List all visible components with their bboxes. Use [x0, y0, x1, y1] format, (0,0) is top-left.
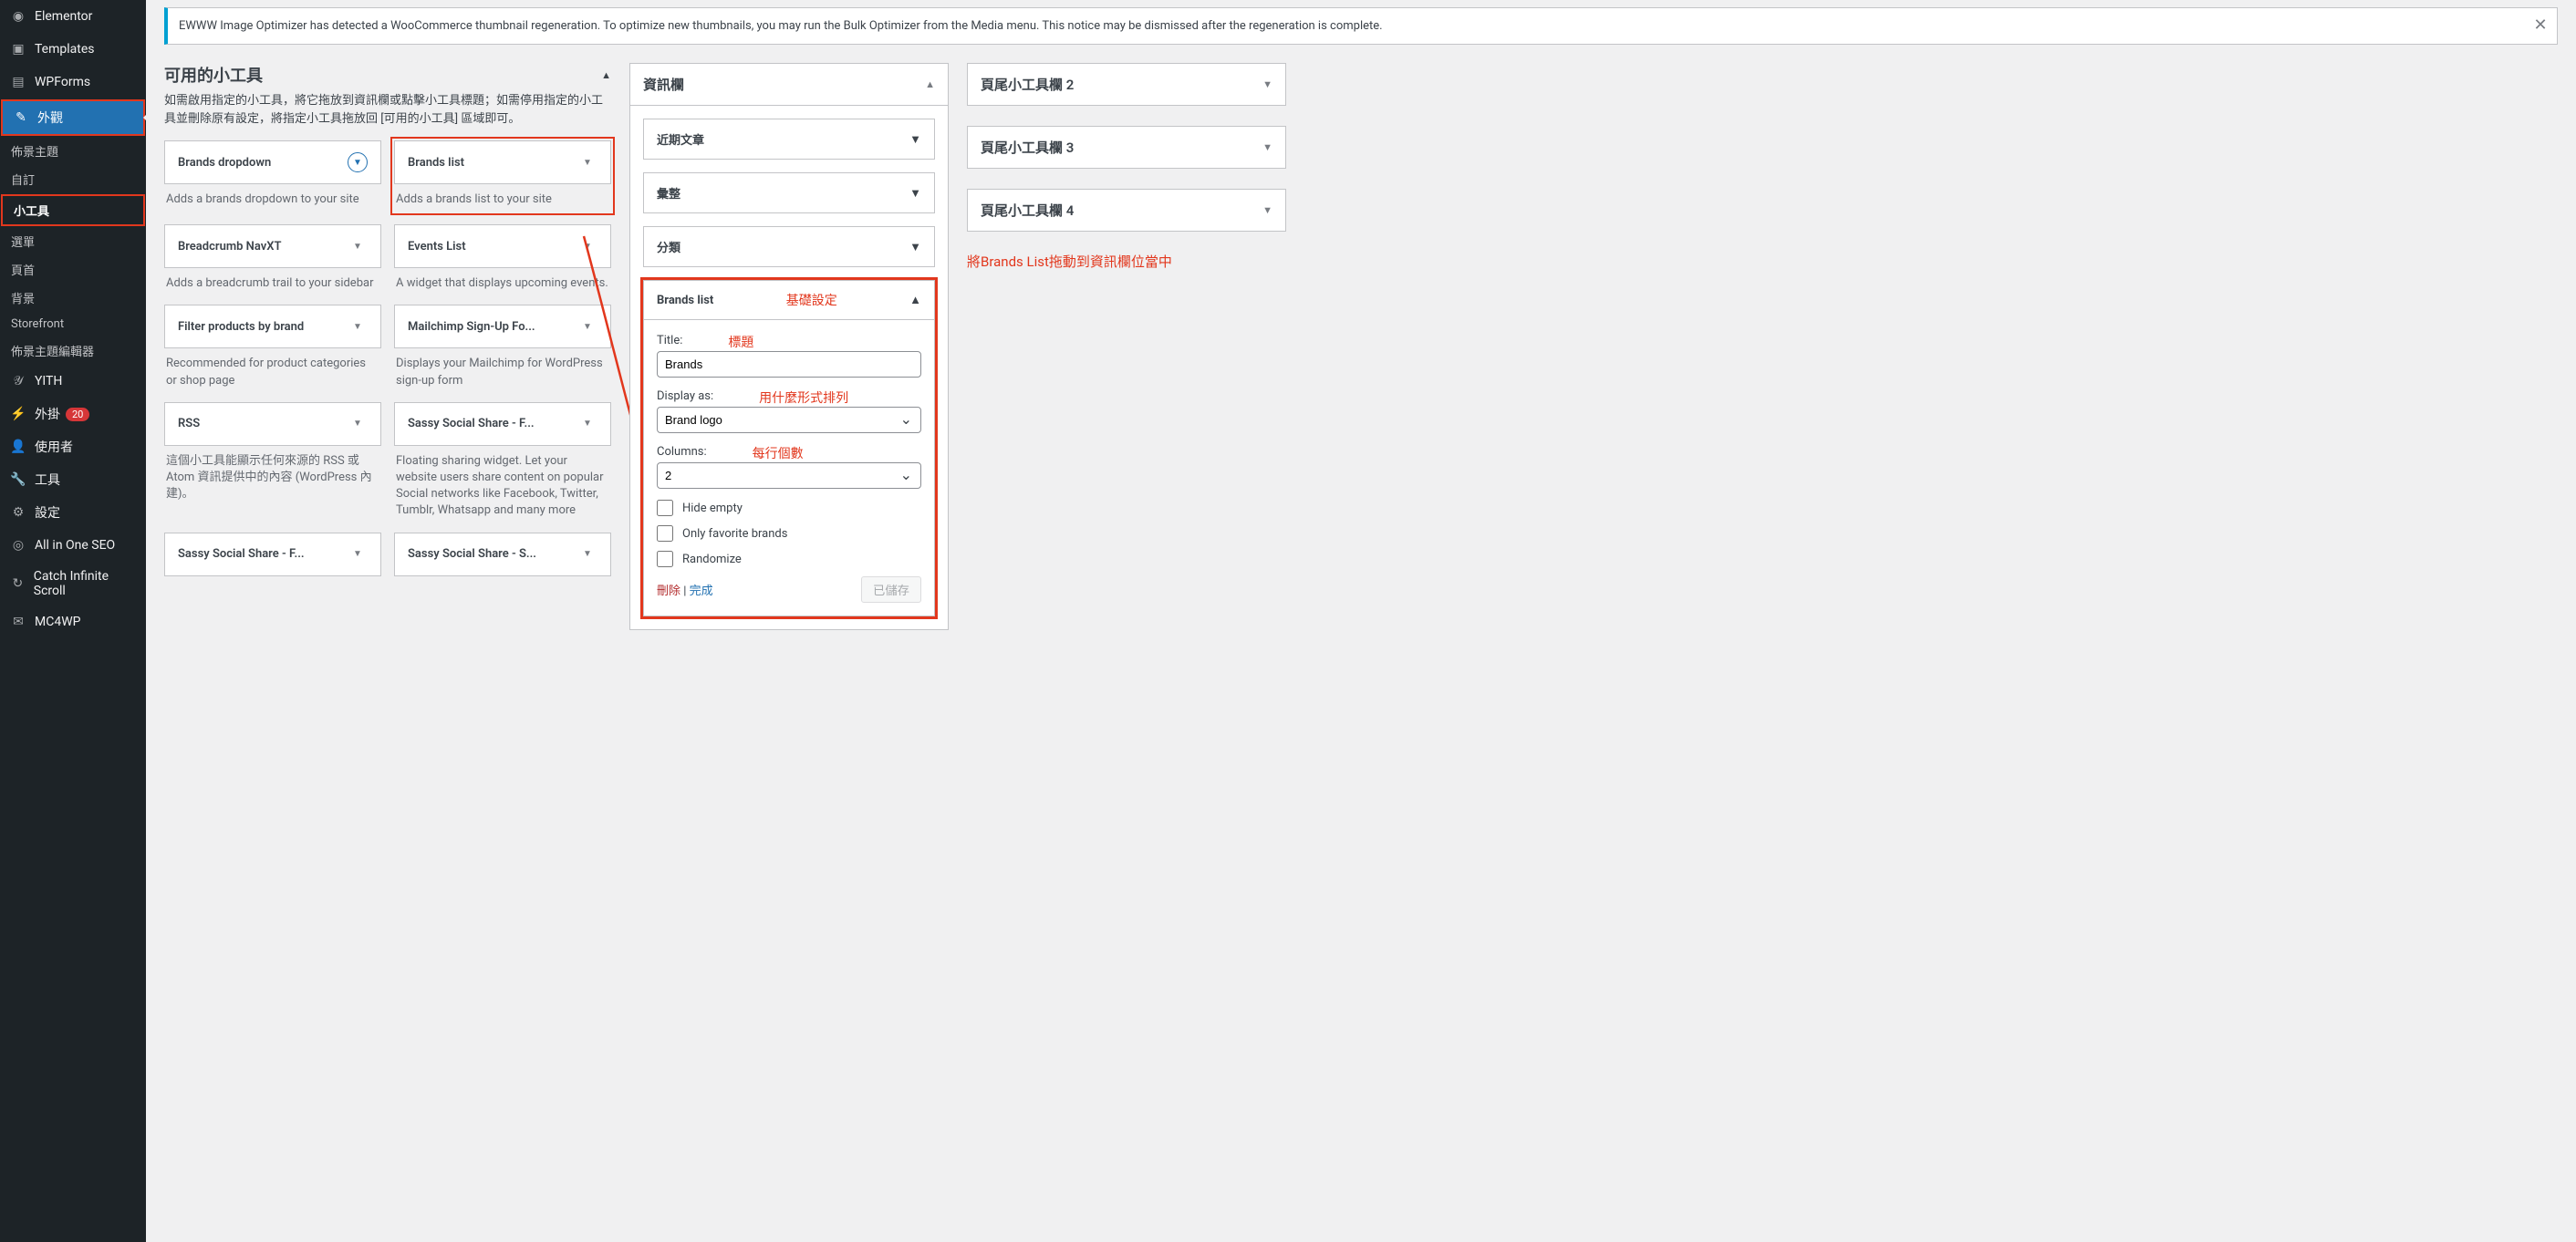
sidebar-sub-background[interactable]: 背景 [0, 284, 146, 312]
chevron-down-icon: ▼ [577, 236, 597, 256]
sidebar-item-tools[interactable]: 🔧工具 [0, 463, 146, 496]
chevron-down-icon: ▼ [348, 414, 368, 434]
delete-link[interactable]: 刪除 [657, 585, 680, 598]
widget-open-head[interactable]: Brands list 基礎設定 ▲ [644, 281, 934, 320]
placed-widget-brands-list-open: Brands list 基礎設定 ▲ Title: 標題 Display as: 用… [643, 280, 935, 616]
chevron-up-icon: ▲ [909, 293, 921, 307]
yith-icon: 𝒴 [9, 372, 27, 390]
input-title[interactable] [657, 351, 921, 378]
checkbox-randomize[interactable] [657, 551, 673, 567]
sidebar-area-head[interactable]: 資訊欄▲ [630, 64, 948, 105]
update-badge: 20 [66, 408, 89, 421]
saved-button: 已儲存 [861, 576, 921, 603]
footer-area-4[interactable]: 頁尾小工具欄 4▼ [967, 189, 1286, 232]
sidebar-item-infinite-scroll[interactable]: ↻Catch Infinite Scroll [0, 562, 146, 605]
chevron-down-icon: ▼ [1262, 204, 1272, 216]
done-link[interactable]: 完成 [690, 585, 713, 598]
footer-areas-column: 頁尾小工具欄 2▼ 頁尾小工具欄 3▼ 頁尾小工具欄 4▼ 將Brands Li… [967, 63, 1286, 271]
chevron-down-icon: ▼ [348, 236, 368, 256]
chevron-down-icon: ▼ [909, 132, 921, 147]
chevron-down-icon: ▼ [909, 186, 921, 201]
widget-rss[interactable]: RSS▼ 這個小工具能顯示任何來源的 RSS 或 Atom 資訊提供中的內容 (… [164, 402, 381, 520]
ann-title: 標題 [728, 333, 753, 351]
chevron-down-icon: ▼ [577, 316, 597, 336]
drag-hint-text: 將Brands List拖動到資訊欄位當中 [967, 252, 1286, 271]
wrench-icon: 🔧 [9, 471, 27, 489]
refresh-icon: ↻ [9, 574, 26, 593]
chevron-down-icon: ▼ [1262, 141, 1272, 153]
ann-columns: 每行個數 [753, 444, 804, 462]
chevron-down-icon: ▼ [348, 152, 368, 172]
ann-basic-settings: 基礎設定 [786, 291, 837, 309]
sidebar-sub-menus[interactable]: 選單 [0, 227, 146, 255]
sidebar-item-templates[interactable]: ▣Templates [0, 33, 146, 66]
label-display: Display as: [657, 389, 713, 403]
placed-widget-recent-posts[interactable]: 近期文章▼ [643, 119, 935, 160]
sidebar-item-wpforms[interactable]: ▤WPForms [0, 66, 146, 98]
select-columns[interactable]: 2 [657, 462, 921, 489]
sidebar-sub-theme-editor[interactable]: 佈景主題編輯器 [0, 336, 146, 365]
sidebar-sub-themes[interactable]: 佈景主題 [0, 137, 146, 165]
label-title: Title: [657, 334, 682, 347]
widget-mailchimp[interactable]: Mailchimp Sign-Up Fo...▼ Displays your M… [394, 305, 611, 388]
sidebar-area-column: 資訊欄▲ 近期文章▼ 彙整▼ 分類▼ Brands list 基礎設定 ▲ [629, 63, 949, 650]
sidebar-area-panel: 資訊欄▲ 近期文章▼ 彙整▼ 分類▼ Brands list 基礎設定 ▲ [629, 63, 949, 630]
widget-brands-dropdown[interactable]: Brands dropdown▼ Adds a brands dropdown … [164, 140, 381, 212]
sidebar-sub-widgets[interactable]: 小工具 [3, 196, 143, 224]
ann-display: 用什麼形式排列 [759, 388, 848, 407]
wpforms-icon: ▤ [9, 73, 27, 91]
sidebar-item-settings[interactable]: ⚙設定 [0, 496, 146, 529]
sidebar-item-elementor[interactable]: ◉Elementor [0, 0, 146, 33]
chevron-down-icon: ▼ [348, 544, 368, 564]
templates-icon: ▣ [9, 40, 27, 58]
chevron-down-icon: ▼ [1262, 78, 1272, 90]
chevron-down-icon: ▼ [348, 316, 368, 336]
sidebar-item-aioseo[interactable]: ◎All in One SEO [0, 529, 146, 562]
widget-breadcrumb[interactable]: Breadcrumb NavXT▼ Adds a breadcrumb trai… [164, 224, 381, 292]
select-display[interactable]: Brand logo [657, 407, 921, 433]
available-widgets-title: 可用的小工具▲ [164, 63, 611, 87]
chevron-down-icon: ▼ [909, 240, 921, 254]
gear-icon: ⚙ [9, 503, 27, 522]
widget-sassy-floating[interactable]: Sassy Social Share - F...▼ Floating shar… [394, 402, 611, 520]
brush-icon: ✎ [12, 109, 30, 127]
widget-sassy-standard[interactable]: Sassy Social Share - S...▼ [394, 533, 611, 576]
widget-filter-by-brand[interactable]: Filter products by brand▼ Recommended fo… [164, 305, 381, 388]
sidebar-item-appearance[interactable]: ✎外觀 [3, 101, 143, 134]
notice-text: EWWW Image Optimizer has detected a WooC… [179, 19, 1383, 33]
footer-area-3[interactable]: 頁尾小工具欄 3▼ [967, 126, 1286, 169]
widget-sassy-f2[interactable]: Sassy Social Share - F...▼ [164, 533, 381, 576]
label-columns: Columns: [657, 445, 707, 459]
elementor-icon: ◉ [9, 7, 27, 26]
collapse-icon[interactable]: ▲ [601, 69, 611, 81]
user-icon: 👤 [9, 438, 27, 456]
available-widgets-desc: 如需啟用指定的小工具，將它拖放到資訊欄或點擊小工具標題；如需停用指定的小工具並刪… [164, 92, 611, 128]
checkbox-favorite[interactable] [657, 525, 673, 542]
main-content: EWWW Image Optimizer has detected a WooC… [146, 0, 2576, 1242]
placed-widget-archives[interactable]: 彙整▼ [643, 172, 935, 213]
chevron-down-icon: ▼ [577, 544, 597, 564]
sidebar-item-yith[interactable]: 𝒴YITH [0, 365, 146, 398]
widget-brands-list[interactable]: Brands list▼ Adds a brands list to your … [390, 137, 615, 215]
chevron-up-icon: ▲ [925, 78, 935, 90]
sidebar-item-mc4wp[interactable]: ✉MC4WP [0, 605, 146, 638]
sidebar-sub-storefront[interactable]: Storefront [0, 312, 146, 336]
chevron-down-icon: ▼ [577, 152, 597, 172]
footer-area-2[interactable]: 頁尾小工具欄 2▼ [967, 63, 1286, 106]
mail-icon: ✉ [9, 613, 27, 631]
placed-widget-categories[interactable]: 分類▼ [643, 226, 935, 267]
seo-icon: ◎ [9, 536, 27, 554]
available-widgets-column: 可用的小工具▲ 如需啟用指定的小工具，將它拖放到資訊欄或點擊小工具標題；如需停用… [164, 63, 611, 576]
dismiss-icon[interactable]: ✕ [2531, 16, 2550, 34]
sidebar-sub-customize[interactable]: 自訂 [0, 165, 146, 193]
sidebar-item-users[interactable]: 👤使用者 [0, 430, 146, 463]
plugin-icon: ⚡ [9, 405, 27, 423]
widget-events-list[interactable]: Events List▼ A widget that displays upco… [394, 224, 611, 292]
checkbox-hide-empty[interactable] [657, 500, 673, 516]
chevron-down-icon: ▼ [577, 414, 597, 434]
admin-notice: EWWW Image Optimizer has detected a WooC… [164, 7, 2558, 45]
admin-sidebar: ◉Elementor ▣Templates ▤WPForms ✎外觀 佈景主題 … [0, 0, 146, 1242]
sidebar-sub-header[interactable]: 頁首 [0, 255, 146, 284]
sidebar-item-plugins[interactable]: ⚡外掛20 [0, 398, 146, 430]
